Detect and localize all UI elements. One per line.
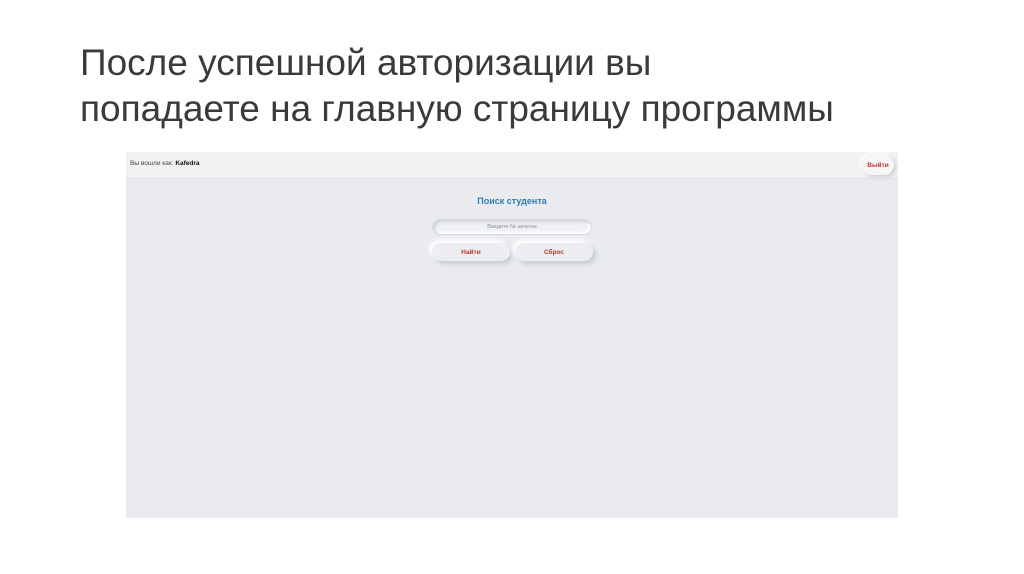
presentation-slide: После успешной авторизации вы попадаете …	[0, 0, 1024, 574]
reset-button[interactable]: Сброс	[515, 243, 593, 261]
slide-title-line-2: попадаете на главную страницу программы	[80, 88, 834, 129]
top-bar: Вы вошли как: Kafedra Выйти	[126, 152, 898, 179]
slide-title-line-1: После успешной авторизации вы	[80, 42, 652, 83]
logged-in-info: Вы вошли как: Kafedra	[130, 160, 200, 167]
slide-title: После успешной авторизации вы попадаете …	[80, 40, 980, 132]
user-name: Kafedra	[175, 160, 200, 167]
app-screenshot: Вы вошли как: Kafedra Выйти Поиск студен…	[126, 152, 898, 518]
find-button[interactable]: Найти	[432, 243, 510, 261]
search-title: Поиск студента	[477, 196, 547, 206]
record-book-number-input[interactable]	[432, 219, 592, 235]
logout-button[interactable]: Выйти	[862, 155, 894, 175]
logged-in-label: Вы вошли как:	[130, 160, 174, 167]
